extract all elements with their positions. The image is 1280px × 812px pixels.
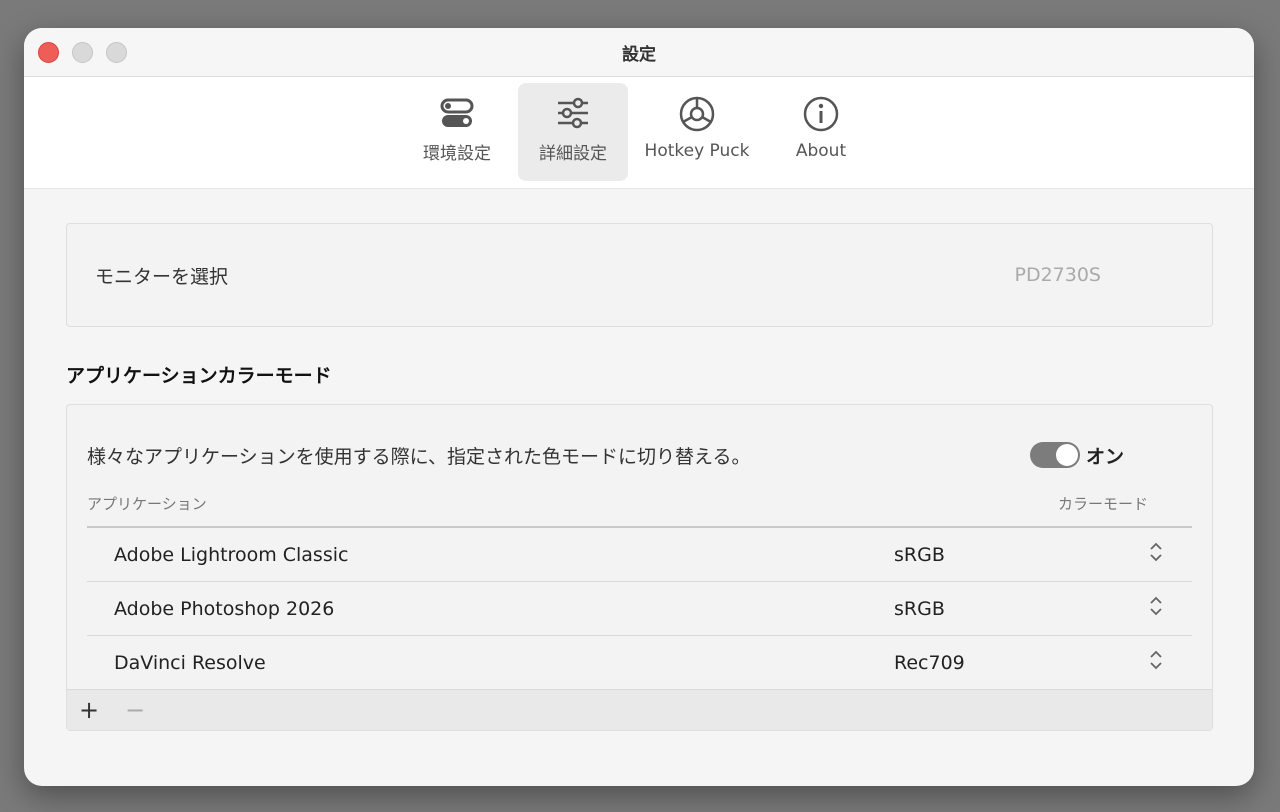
color-mode-value[interactable]: Rec709 [894, 652, 1148, 674]
color-mode-value[interactable]: sRGB [894, 544, 1148, 566]
description-text: 様々なアプリケーションを使用する際に、指定された色モードに切り替える。 [87, 445, 751, 468]
description-row: 様々なアプリケーションを使用する際に、指定された色モードに切り替える。 オン [87, 405, 1192, 505]
titlebar: 設定 [24, 28, 1254, 77]
section-title: アプリケーションカラーモード [66, 365, 332, 387]
puck-icon [679, 96, 715, 132]
header-mode: カラーモード [1057, 495, 1148, 513]
app-color-mode-panel: 様々なアプリケーションを使用する際に、指定された色モードに切り替える。 オン ア… [66, 404, 1213, 731]
minimize-button[interactable] [72, 42, 93, 63]
window-controls [38, 42, 127, 63]
monitor-value: PD2730S [1014, 264, 1101, 286]
window-title: 設定 [622, 44, 656, 65]
table-row[interactable]: Adobe Lightroom Classic sRGB [87, 528, 1192, 582]
app-name: Adobe Lightroom Classic [114, 543, 349, 566]
toggle-label: オン [1085, 445, 1124, 468]
monitor-label: モニターを選択 [95, 265, 229, 288]
close-button[interactable] [38, 42, 59, 63]
color-mode-value[interactable]: sRGB [894, 598, 1148, 620]
color-mode-toggle[interactable] [1029, 442, 1080, 468]
remove-app-button[interactable]: − [125, 698, 145, 722]
tab-label: Hotkey Puck [644, 141, 750, 161]
app-table-body: Adobe Lightroom Classic sRGB Adobe Photo… [87, 528, 1192, 689]
settings-toolbar: 環境設定 詳細設定 Hotkey Puck About [24, 77, 1254, 189]
updown-chevron-icon[interactable] [1148, 648, 1192, 677]
app-name: DaVinci Resolve [114, 651, 266, 674]
updown-chevron-icon[interactable] [1148, 594, 1192, 623]
tab-label: 環境設定 [423, 144, 491, 164]
sliders-icon [558, 97, 588, 129]
settings-window: 設定 環境設定 詳細設定 Hotkey Puck About モニターを選択 P… [24, 28, 1254, 786]
tab-label: About [795, 141, 847, 161]
tab-preferences[interactable]: 環境設定 [402, 83, 512, 181]
zoom-button[interactable] [106, 42, 127, 63]
toggle-wrap[interactable]: オン [1029, 442, 1124, 469]
toggle-knob [1055, 444, 1078, 466]
header-app: アプリケーション [87, 495, 207, 513]
table-header: アプリケーション カラーモード [87, 493, 1192, 528]
table-footer: + − [67, 689, 1212, 730]
settings-content: モニターを選択 PD2730S アプリケーションカラーモード 様々なアプリケーシ… [24, 189, 1254, 731]
monitor-selector[interactable]: モニターを選択 PD2730S [66, 223, 1213, 327]
table-row[interactable]: Adobe Photoshop 2026 sRGB [87, 582, 1192, 636]
info-icon [803, 96, 839, 132]
tab-advanced-settings[interactable]: 詳細設定 [518, 83, 628, 181]
add-app-button[interactable]: + [79, 698, 99, 722]
table-row[interactable]: DaVinci Resolve Rec709 [87, 636, 1192, 689]
tab-label: 詳細設定 [539, 144, 607, 164]
app-name: Adobe Photoshop 2026 [114, 597, 335, 620]
tab-about[interactable]: About [766, 83, 876, 181]
toggles-icon [440, 98, 474, 127]
updown-chevron-icon[interactable] [1148, 540, 1192, 569]
tab-hotkey-puck[interactable]: Hotkey Puck [634, 83, 760, 181]
